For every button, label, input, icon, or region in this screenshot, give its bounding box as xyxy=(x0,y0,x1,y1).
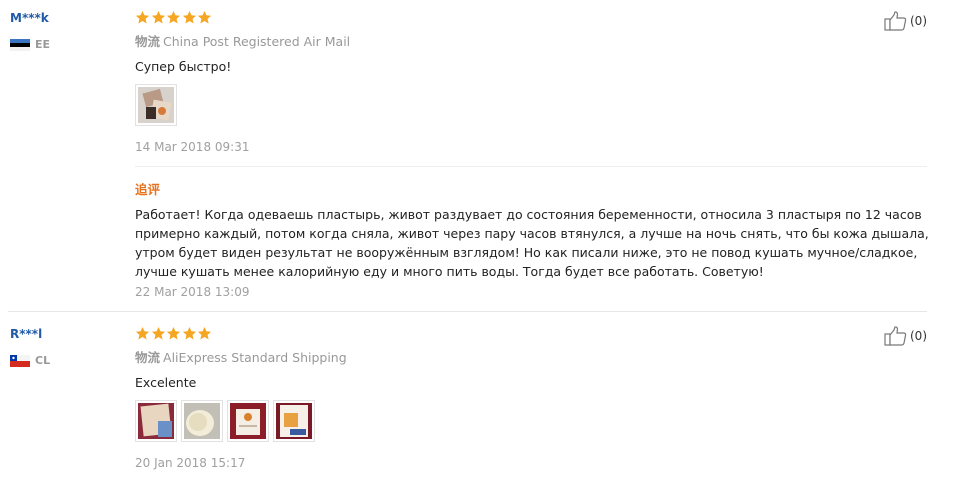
followup-text: Работает! Когда одеваешь пластырь, живот… xyxy=(135,207,929,279)
photo-image xyxy=(184,403,220,439)
helpful-count: (0) xyxy=(910,329,927,343)
review-photos xyxy=(135,84,930,126)
review-date: 14 Mar 2018 09:31 xyxy=(135,140,250,154)
star-rating xyxy=(135,10,930,28)
star-icon xyxy=(135,326,150,340)
star-icon xyxy=(151,326,165,340)
review-photo-thumbnail[interactable] xyxy=(135,84,177,126)
helpful-button[interactable]: (0) xyxy=(884,326,927,346)
shipping-name: AliExpress Standard Shipping xyxy=(163,350,347,365)
photo-image xyxy=(230,403,266,439)
star-icon xyxy=(182,326,196,340)
star-icon xyxy=(182,10,196,24)
reviewer-name[interactable]: R***l xyxy=(10,326,130,342)
review-photo-thumbnail[interactable] xyxy=(227,400,269,442)
star-icon xyxy=(166,326,181,340)
reviewer-country: CL xyxy=(10,354,130,367)
review-photo-thumbnail[interactable] xyxy=(181,400,223,442)
thumbs-up-icon xyxy=(884,326,907,346)
country-code: EE xyxy=(35,38,51,51)
reviewer-info: R***l CL xyxy=(10,326,130,367)
review-comment: Супер быстро! xyxy=(135,59,232,74)
helpful-button[interactable]: (0) xyxy=(884,11,927,31)
helpful-count: (0) xyxy=(910,14,927,28)
review-photo-thumbnail[interactable] xyxy=(273,400,315,442)
review-photos xyxy=(135,400,930,442)
star-icon xyxy=(197,326,212,340)
review-date: 20 Jan 2018 15:17 xyxy=(135,456,246,470)
review-content: 物流 AliExpress Standard Shipping Excelente xyxy=(135,326,930,471)
review-item: M***k EE 物流 China Post Registered Air Mai… xyxy=(0,0,953,312)
shipping-method: 物流 China Post Registered Air Mail xyxy=(135,34,930,50)
followup-divider xyxy=(135,166,927,167)
flag-ee-icon xyxy=(10,38,30,51)
photo-image xyxy=(138,403,174,439)
followup-date: 22 Mar 2018 13:09 xyxy=(135,285,250,299)
shipping-tag: 物流 xyxy=(135,34,161,49)
reviewer-name[interactable]: M***k xyxy=(10,10,130,26)
flag-cl-icon xyxy=(10,354,30,367)
star-icon xyxy=(135,10,150,24)
shipping-method: 物流 AliExpress Standard Shipping xyxy=(135,350,930,366)
photo-image xyxy=(276,403,312,439)
review-comment: Excelente xyxy=(135,375,197,390)
thumbs-up-icon xyxy=(884,11,907,31)
review-item: R***l CL 物流 AliExpress Standard Shipping … xyxy=(0,312,953,481)
reviewer-country: EE xyxy=(10,38,130,51)
shipping-tag: 物流 xyxy=(135,350,161,365)
followup-label: 追评 xyxy=(135,182,161,197)
star-icon xyxy=(166,10,181,24)
reviewer-info: M***k EE xyxy=(10,10,130,51)
star-icon xyxy=(151,10,165,24)
shipping-name: China Post Registered Air Mail xyxy=(163,34,351,49)
country-code: CL xyxy=(35,354,51,367)
star-icon xyxy=(197,10,212,24)
review-photo-thumbnail[interactable] xyxy=(135,400,177,442)
star-rating xyxy=(135,326,930,344)
photo-image xyxy=(138,87,174,123)
review-content: 物流 China Post Registered Air Mail Супер б… xyxy=(135,10,930,155)
